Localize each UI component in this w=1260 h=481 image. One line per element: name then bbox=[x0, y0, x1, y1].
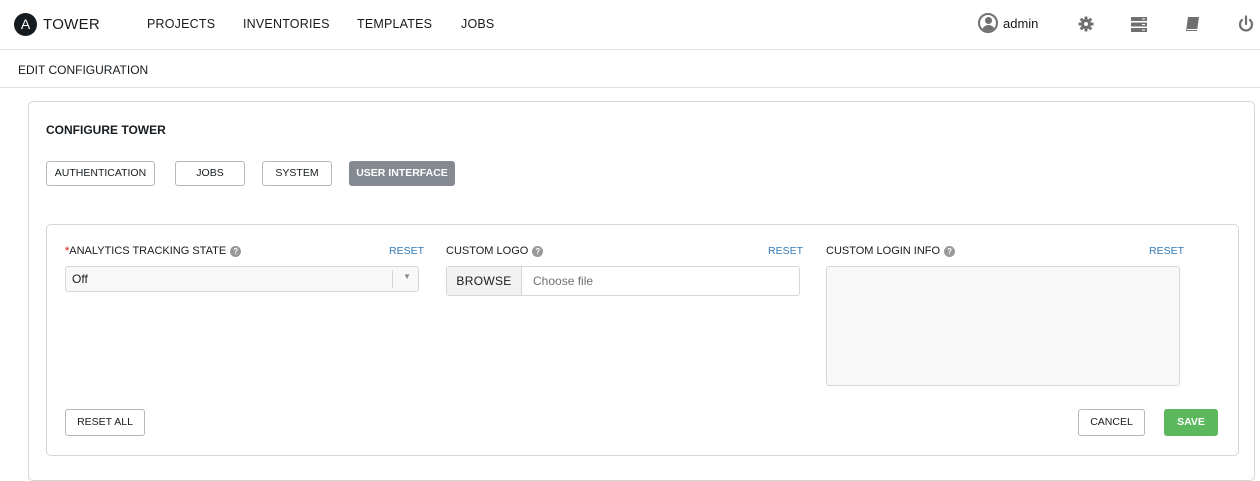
book-icon[interactable] bbox=[1183, 14, 1203, 34]
ansible-logo-icon[interactable]: A bbox=[14, 13, 37, 36]
analytics-tracking-value: Off bbox=[72, 272, 88, 286]
tab-authentication[interactable]: AUTHENTICATION bbox=[46, 161, 155, 186]
help-icon[interactable]: ? bbox=[944, 246, 956, 257]
custom-login-info-reset-link[interactable]: RESET bbox=[1149, 245, 1184, 257]
breadcrumb: EDIT CONFIGURATION bbox=[18, 63, 149, 77]
user-icon bbox=[978, 13, 998, 33]
analytics-label-group: *ANALYTICS TRACKING STATE? bbox=[65, 245, 242, 257]
custom-login-info-textarea[interactable] bbox=[826, 266, 1180, 386]
analytics-tracking-label: ANALYTICS TRACKING STATE bbox=[69, 245, 227, 257]
tab-jobs[interactable]: JOBS bbox=[175, 161, 245, 186]
cancel-button[interactable]: CANCEL bbox=[1078, 409, 1145, 436]
breadcrumb-bar: EDIT CONFIGURATION bbox=[0, 51, 1260, 88]
brand-name[interactable]: TOWER bbox=[43, 16, 100, 33]
custom-logo-file-input[interactable]: BROWSE Choose file bbox=[446, 266, 800, 296]
configure-tower-panel: CONFIGURE TOWER AUTHENTICATION JOBS SYST… bbox=[28, 101, 1255, 481]
custom-logo-reset-link[interactable]: RESET bbox=[768, 245, 803, 257]
power-icon[interactable] bbox=[1236, 14, 1256, 34]
browse-button[interactable]: BROWSE bbox=[447, 267, 522, 295]
analytics-tracking-select[interactable]: Off ▼ bbox=[65, 266, 419, 292]
nav-link-projects[interactable]: PROJECTS bbox=[147, 17, 215, 31]
nav-link-jobs[interactable]: JOBS bbox=[461, 17, 494, 31]
settings-form: *ANALYTICS TRACKING STATE? RESET Off ▼ C… bbox=[46, 224, 1239, 456]
nav-link-templates[interactable]: TEMPLATES bbox=[357, 17, 432, 31]
nav-link-inventories[interactable]: INVENTORIES bbox=[243, 17, 330, 31]
tab-system[interactable]: SYSTEM bbox=[262, 161, 332, 186]
help-icon[interactable]: ? bbox=[532, 246, 544, 257]
gear-icon[interactable] bbox=[1076, 14, 1096, 34]
reset-all-button[interactable]: RESET ALL bbox=[65, 409, 145, 436]
tab-user-interface[interactable]: USER INTERFACE bbox=[349, 161, 455, 186]
username: admin bbox=[1003, 16, 1039, 31]
help-icon[interactable]: ? bbox=[230, 246, 242, 257]
panel-title: CONFIGURE TOWER bbox=[46, 123, 166, 137]
file-placeholder: Choose file bbox=[533, 274, 594, 288]
analytics-reset-link[interactable]: RESET bbox=[389, 245, 424, 257]
custom-logo-label-group: CUSTOM LOGO? bbox=[446, 245, 544, 257]
chevron-down-icon: ▼ bbox=[403, 272, 411, 281]
save-button[interactable]: SAVE bbox=[1164, 409, 1218, 436]
custom-logo-label: CUSTOM LOGO bbox=[446, 245, 529, 257]
custom-login-info-label: CUSTOM LOGIN INFO bbox=[826, 245, 941, 257]
top-navbar: A TOWER PROJECTS INVENTORIES TEMPLATES J… bbox=[0, 0, 1260, 50]
custom-login-info-label-group: CUSTOM LOGIN INFO? bbox=[826, 245, 956, 257]
server-list-icon[interactable] bbox=[1129, 14, 1149, 34]
select-divider bbox=[392, 270, 393, 288]
